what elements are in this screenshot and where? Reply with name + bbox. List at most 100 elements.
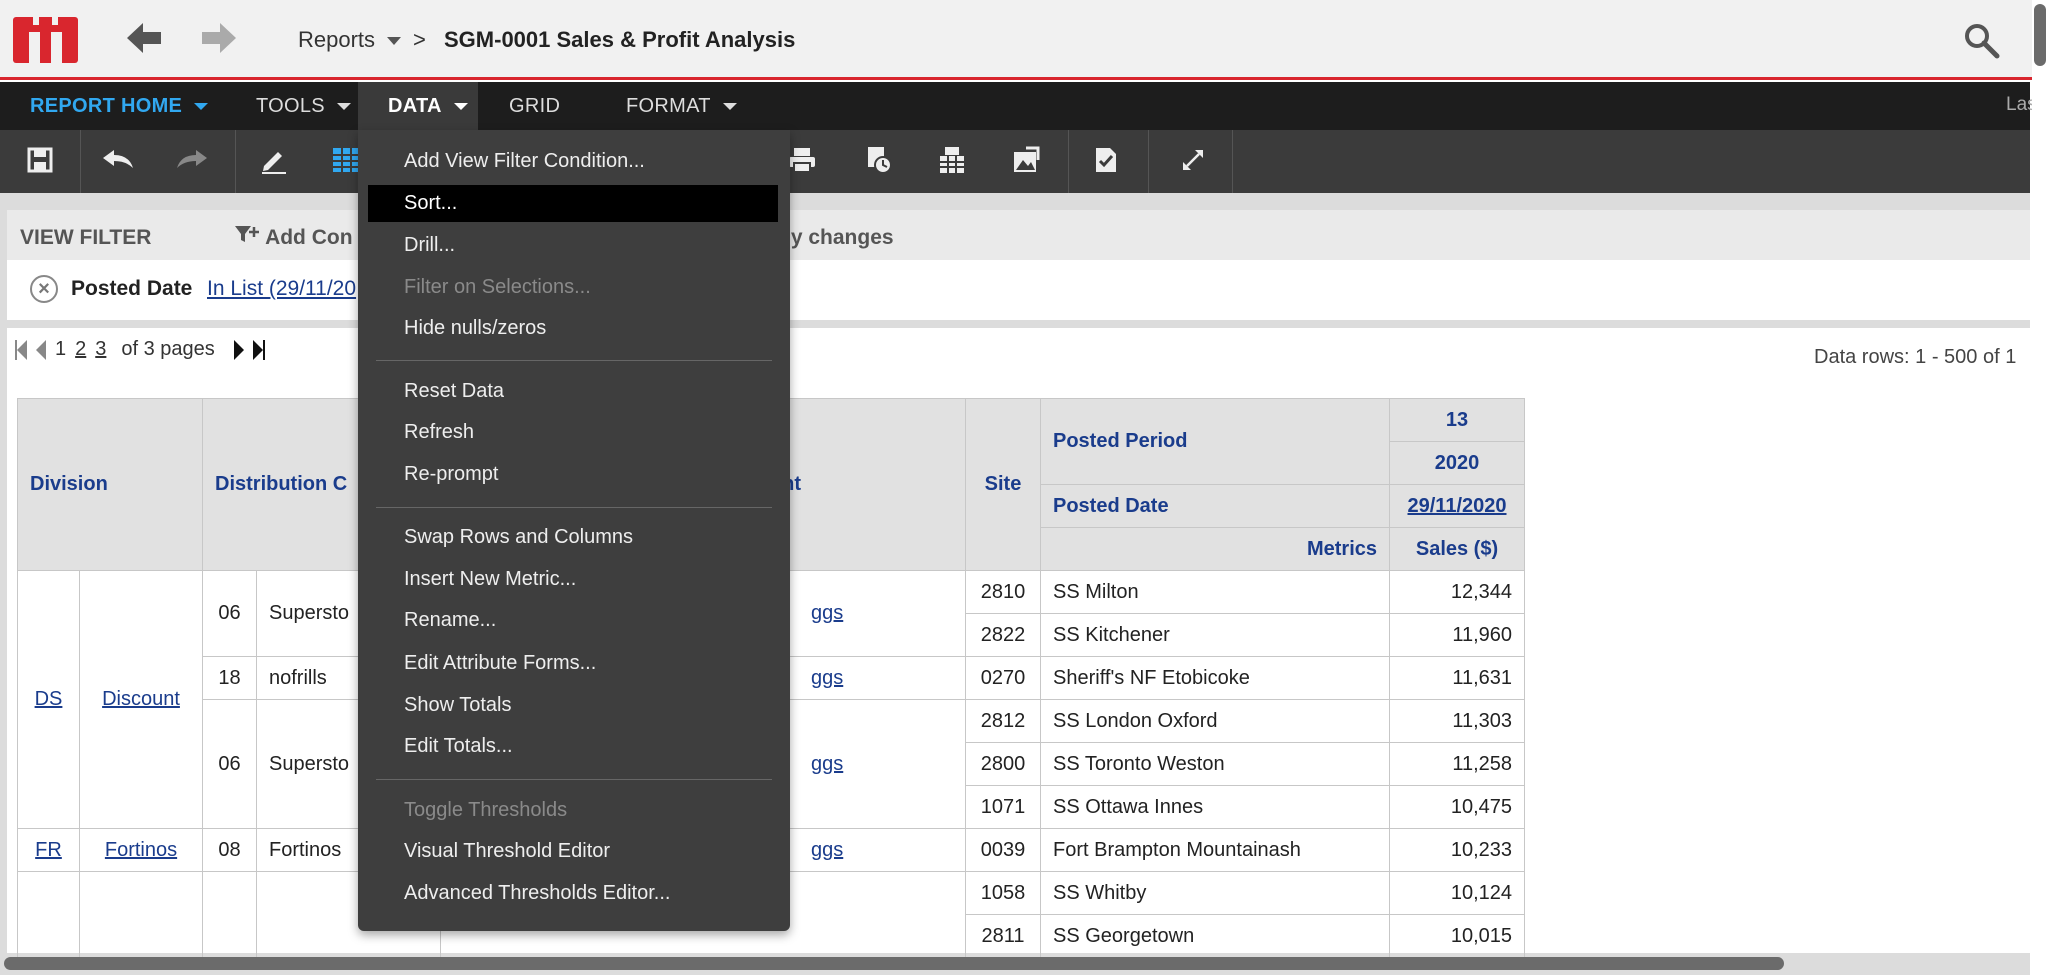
menu-item-show-totals[interactable]: Show Totals [368,687,778,724]
dist-code: 06 [202,570,257,657]
export-grid-icon[interactable] [932,140,972,180]
site-name: SS Ottawa Innes [1040,785,1390,829]
pagination: 1 2 3 of 3 pages [15,338,265,361]
header-date-link[interactable]: 29/11/2020 [1389,484,1525,528]
tab-tools[interactable]: TOOLS [256,82,351,130]
site-name: SS Toronto Weston [1040,742,1390,786]
page-3-link[interactable]: 3 [95,338,106,361]
vertical-scrollbar[interactable] [2034,4,2046,66]
menu-divider [376,779,772,780]
menu-item-add-view-filter[interactable]: Add View Filter Condition... [368,143,778,180]
division-name-link[interactable]: Fortinos [79,828,203,872]
page-2-link[interactable]: 2 [75,338,86,361]
header-division[interactable]: Division [17,398,203,571]
menu-item-swap-rows-columns[interactable]: Swap Rows and Columns [368,519,778,556]
menu-item-edit-totals[interactable]: Edit Totals... [368,728,778,765]
sales-value: 11,303 [1389,699,1525,743]
site-code: 2800 [965,742,1041,786]
menu-item-refresh[interactable]: Refresh [368,414,778,451]
menu-item-toggle-thresholds: Toggle Thresholds [404,799,568,821]
horizontal-scrollbar[interactable] [4,957,1784,970]
site-code: 0039 [965,828,1041,872]
vertical-scrollbar-track [2032,0,2048,975]
page-count: of 3 pages [121,338,215,360]
site-code: 1071 [965,785,1041,829]
page-1: 1 [55,338,67,360]
menu-item-reset-data[interactable]: Reset Data [368,373,778,410]
menu-bar: REPORT HOME TOOLS DATA GRID FORMAT Las [0,82,2037,130]
menu-item-advanced-thresholds-editor[interactable]: Advanced Thresholds Editor... [368,875,778,912]
undo-icon[interactable] [98,140,138,180]
search-icon[interactable] [1963,22,2001,60]
expand-icon[interactable] [1173,140,1213,180]
app-header: Reports > SGM-0001 Sales & Profit Analys… [0,0,2048,80]
redo-icon[interactable] [172,140,212,180]
logo-gap [51,32,62,63]
tab-report-home[interactable]: REPORT HOME [30,82,209,130]
prev-page-icon[interactable] [36,339,46,360]
division-name-cell [79,871,203,958]
tab-grid[interactable]: GRID [509,82,560,130]
site-code: 2822 [965,613,1041,657]
dist-code: 08 [202,828,257,872]
site-code: 2811 [965,914,1041,958]
logo-notch [33,17,39,25]
toolbar-divider [235,130,236,193]
chevron-down-icon [336,103,351,111]
chevron-down-icon [387,37,402,46]
sales-value: 12,344 [1389,570,1525,614]
chevron-down-icon [194,103,209,111]
toolbar-divider [1232,130,1233,193]
menu-item-visual-threshold-editor[interactable]: Visual Threshold Editor [368,833,778,870]
back-arrow-icon[interactable] [125,20,163,56]
header-sales[interactable]: Sales ($) [1389,527,1525,571]
division-code-cell [17,871,80,958]
filter-condition-link[interactable]: In List (29/11/20 [207,277,356,301]
breadcrumb-separator: > [413,27,426,52]
menu-item-re-prompt[interactable]: Re-prompt [368,456,778,493]
export-image-icon[interactable] [1006,140,1046,180]
menu-item-insert-new-metric[interactable]: Insert New Metric... [368,561,778,598]
remove-filter-icon[interactable]: × [30,275,58,303]
add-condition-button[interactable]: Add Con [234,224,353,250]
tab-data[interactable]: DATA [358,82,478,130]
menu-item-rename[interactable]: Rename... [368,602,778,639]
site-name: SS Milton [1040,570,1390,614]
menu-item-edit-attribute-forms[interactable]: Edit Attribute Forms... [368,645,778,682]
menu-divider [376,507,772,508]
header-site[interactable]: Site [965,398,1041,571]
logo-notch [52,17,58,25]
menu-item-sort[interactable]: Sort... [368,185,778,222]
header-metrics: Metrics [1040,527,1390,571]
edit-pencil-icon[interactable] [254,140,294,180]
sales-value: 10,233 [1389,828,1525,872]
division-code-link[interactable]: FR [17,828,80,872]
last-page-icon[interactable] [252,339,265,360]
forward-arrow-icon[interactable] [200,20,238,56]
menu-item-hide-nulls[interactable]: Hide nulls/zeros [368,310,778,347]
apply-changes-link[interactable]: ly changes [785,226,894,250]
save-icon[interactable] [20,140,60,180]
site-code: 0270 [965,656,1041,700]
next-page-icon[interactable] [233,339,244,360]
menu-item-drill[interactable]: Drill... [368,227,778,264]
header-posted-date[interactable]: Posted Date [1040,484,1390,528]
first-page-icon[interactable] [15,339,27,360]
menu-divider [376,360,772,361]
sales-value: 10,015 [1389,914,1525,958]
division-name-link[interactable]: Discount [79,570,203,829]
sales-value: 10,475 [1389,785,1525,829]
division-code-link[interactable]: DS [17,570,80,829]
data-menu-dropdown: Add View Filter Condition... Sort... Dri… [358,130,790,931]
dist-code: 18 [202,656,257,700]
toolbar-divider [1068,130,1069,193]
data-rows-count: Data rows: 1 - 500 of 1 [1814,346,2017,368]
tab-format[interactable]: FORMAT [626,82,737,130]
sales-value: 11,258 [1389,742,1525,786]
document-check-icon[interactable] [1086,140,1126,180]
breadcrumb-reports[interactable]: Reports [298,27,402,53]
site-code: 2812 [965,699,1041,743]
header-posted-period[interactable]: Posted Period [1040,398,1390,485]
schedule-icon[interactable] [858,140,898,180]
app-logo[interactable] [13,17,78,63]
